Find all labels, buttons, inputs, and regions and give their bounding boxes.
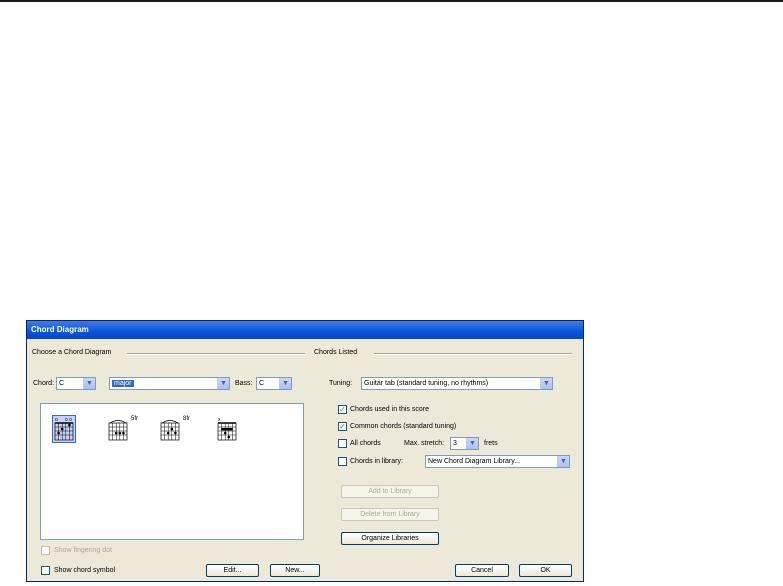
dialog-title[interactable]: Chord Diagram — [27, 321, 583, 339]
bass-label: Bass: — [235, 380, 253, 387]
chords-listed-group-label: Chords Listed — [314, 349, 358, 356]
organize-libraries-button[interactable]: Organize Libraries — [341, 532, 439, 545]
chevron-down-icon: ▼ — [557, 456, 569, 467]
all-chords-label: All chords — [350, 440, 381, 447]
show-chord-symbol-checkbox[interactable] — [41, 566, 50, 575]
new-button[interactable]: New... — [270, 564, 320, 577]
svg-text:o: o — [55, 417, 58, 423]
chords-in-library-checkbox[interactable] — [338, 457, 347, 466]
chord-diagram-2[interactable]: 5fr — [107, 416, 138, 442]
group-divider — [374, 353, 572, 355]
chord-grid-icon — [108, 420, 128, 441]
chord-diagram-list[interactable]: o o o 5fr 8fr x — [40, 403, 304, 540]
bass-select[interactable]: C ▼ — [256, 377, 292, 390]
chord-quality-select[interactable]: major ▼ — [109, 377, 230, 390]
delete-from-library-button[interactable]: Delete from Library — [341, 508, 439, 521]
cancel-button[interactable]: Cancel — [455, 564, 509, 577]
chords-used-label: Chords used in this score — [350, 406, 429, 413]
chord-grid-icon: o o o — [54, 417, 74, 441]
chords-in-library-label: Chords in library: — [350, 458, 403, 465]
frets-label: frets — [484, 440, 498, 447]
common-chords-label: Common chords (standard tuning) — [350, 423, 457, 430]
svg-text:o o: o o — [65, 417, 72, 423]
chord-diagram-4[interactable]: x — [216, 416, 238, 442]
edit-button[interactable]: Edit... — [206, 564, 259, 577]
chord-diagram-3[interactable]: 8fr — [159, 416, 190, 442]
max-stretch-label: Max. stretch: — [404, 440, 445, 447]
chord-label: Chord: — [33, 380, 55, 387]
add-to-library-button[interactable]: Add to Library — [341, 485, 439, 498]
top-border-line — [0, 0, 783, 2]
all-chords-checkbox[interactable] — [338, 439, 347, 448]
show-fingering-checkbox[interactable] — [41, 546, 50, 555]
chord-root-select[interactable]: C ▼ — [56, 377, 96, 390]
tuning-label: Tuning: — [329, 380, 353, 387]
tuning-select[interactable]: Guitar tab (standard tuning, no rhythms)… — [361, 377, 553, 390]
group-divider — [127, 353, 305, 355]
svg-text:x: x — [218, 417, 221, 423]
chord-grid-icon — [160, 420, 180, 441]
max-stretch-select[interactable]: 3 ▼ — [450, 437, 479, 450]
chevron-down-icon: ▼ — [540, 378, 552, 389]
chevron-down-icon: ▼ — [279, 378, 291, 389]
common-chords-checkbox[interactable]: ✓ — [338, 422, 347, 431]
choose-chord-group-label: Choose a Chord Diagram — [32, 349, 112, 356]
ok-button[interactable]: OK — [519, 564, 572, 577]
chord-diagram-dialog: Chord Diagram Choose a Chord Diagram Cho… — [26, 320, 584, 582]
chevron-down-icon: ▼ — [466, 438, 478, 449]
chord-grid-icon: x — [217, 417, 237, 441]
show-fingering-label: Show fingering dot — [54, 547, 112, 554]
library-select[interactable]: New Chord Diagram Library... ▼ — [425, 455, 570, 468]
show-chord-symbol-label: Show chord symbol — [54, 567, 116, 574]
chords-used-checkbox[interactable]: ✓ — [338, 405, 347, 414]
chevron-down-icon: ▼ — [83, 378, 95, 389]
chevron-down-icon: ▼ — [217, 378, 229, 389]
chord-diagram-1[interactable]: o o o — [52, 415, 76, 443]
